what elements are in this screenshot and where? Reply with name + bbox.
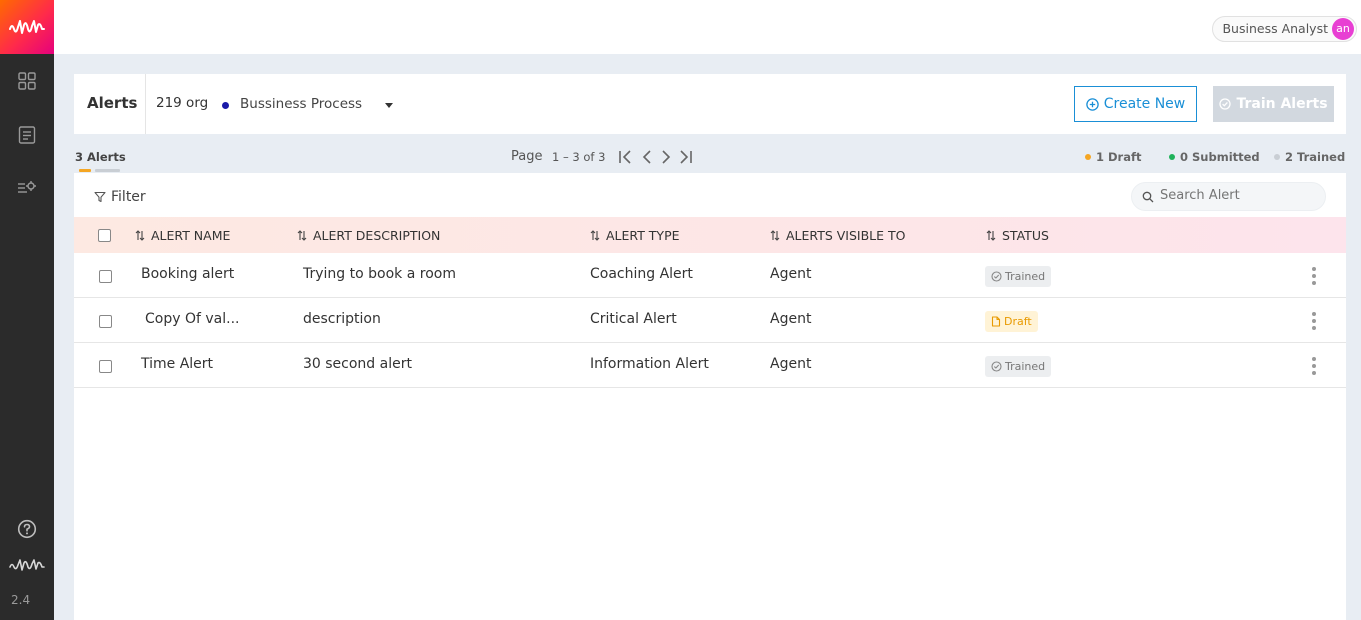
create-new-button[interactable]: Create New (1074, 86, 1197, 122)
alerts-header: Alerts 219 org Bussiness Process Create … (74, 74, 1346, 134)
alert-visible-to: Agent (770, 356, 812, 372)
count-progress-trained (95, 169, 120, 172)
table-row[interactable]: Time Alert 30 second alert Information A… (74, 343, 1346, 388)
next-page-icon[interactable] (657, 149, 675, 165)
row-menu-icon[interactable] (1310, 356, 1318, 376)
waveform-logo-icon (9, 20, 45, 34)
sort-icon (135, 230, 145, 241)
col-alert-name[interactable]: ALERT NAME (135, 228, 230, 243)
sort-icon (986, 230, 996, 241)
select-all-checkbox[interactable] (98, 229, 111, 242)
legend-trained-label: 2 Trained (1285, 150, 1346, 164)
legend-trained: 2 Trained (1274, 150, 1345, 164)
header-divider (145, 74, 146, 134)
waveform-brand-icon (0, 550, 54, 580)
last-page-icon[interactable] (676, 149, 694, 165)
alerts-table-card: Filter ALERT NAME ALERT DESCRIPTION ALER… (74, 173, 1346, 620)
col-alert-name-label: ALERT NAME (151, 228, 231, 243)
draft-dot-icon (1085, 154, 1091, 160)
user-role-chip[interactable]: Business Analyst an (1212, 16, 1357, 42)
avatar[interactable]: an (1332, 18, 1354, 40)
check-circle-icon (1219, 98, 1232, 110)
filter-label: Filter (111, 189, 146, 205)
alert-name[interactable]: Time Alert (141, 356, 213, 372)
document-list-icon[interactable] (0, 120, 54, 150)
search-box[interactable] (1131, 182, 1326, 211)
process-dot-icon (222, 102, 229, 109)
table-row[interactable]: Booking alert Trying to book a room Coac… (74, 253, 1346, 298)
legend-submitted: 0 Submitted (1169, 150, 1260, 164)
filter-button[interactable]: Filter (94, 189, 146, 205)
status-label: Draft (1004, 315, 1032, 328)
col-status-label: STATUS (1002, 228, 1049, 243)
legend-submitted-label: 0 Submitted (1180, 150, 1260, 164)
col-status[interactable]: STATUS (986, 228, 1049, 243)
trained-dot-icon (1274, 154, 1280, 160)
status-badge: Draft (985, 311, 1038, 332)
col-alert-type-label: ALERT TYPE (606, 228, 680, 243)
create-new-label: Create New (1103, 96, 1186, 112)
app-version: 2.4 (11, 593, 31, 607)
status-label: Trained (1005, 270, 1046, 283)
submitted-dot-icon (1169, 154, 1175, 160)
status-label: Trained (1005, 360, 1046, 373)
col-alerts-visible-to[interactable]: ALERTS VISIBLE TO (770, 228, 905, 243)
process-selector[interactable]: Bussiness Process (240, 96, 362, 112)
sort-icon (297, 230, 307, 241)
document-icon (991, 316, 1001, 327)
col-alerts-visible-to-label: ALERTS VISIBLE TO (786, 228, 906, 243)
sort-icon (770, 230, 780, 241)
alert-description: Trying to book a room (303, 266, 456, 282)
check-circle-icon (991, 361, 1002, 372)
alert-type: Information Alert (590, 356, 709, 372)
table-row[interactable]: Copy Of val... description Critical Aler… (74, 298, 1346, 343)
dashboard-grid-icon[interactable] (0, 66, 54, 96)
page-title: Alerts (87, 94, 138, 112)
alert-type: Critical Alert (590, 311, 677, 327)
row-checkbox[interactable] (99, 360, 112, 373)
plus-circle-icon (1085, 97, 1099, 111)
search-icon (1142, 191, 1154, 203)
legend-draft-label: 1 Draft (1096, 150, 1142, 164)
alert-count: 3 Alerts (75, 150, 126, 164)
search-input[interactable] (1160, 188, 1320, 203)
alert-name[interactable]: Copy Of val... (145, 311, 239, 327)
col-alert-description-label: ALERT DESCRIPTION (313, 228, 441, 243)
status-badge: Trained (985, 356, 1052, 377)
page-range: 1 – 3 of 3 (552, 150, 606, 164)
top-bar: Business Analyst an (54, 0, 1361, 54)
alert-description: description (303, 311, 381, 327)
col-alert-type[interactable]: ALERT TYPE (590, 228, 680, 243)
row-checkbox[interactable] (99, 270, 112, 283)
status-badge: Trained (985, 266, 1052, 287)
alert-visible-to: Agent (770, 311, 812, 327)
check-circle-icon (991, 271, 1002, 282)
filter-icon (94, 191, 106, 203)
caret-down-icon[interactable] (385, 103, 393, 108)
page-label: Page (511, 149, 543, 164)
help-icon[interactable] (0, 514, 54, 544)
app-logo[interactable] (0, 0, 54, 54)
row-menu-icon[interactable] (1310, 266, 1318, 286)
alert-description: 30 second alert (303, 356, 412, 372)
prev-page-icon[interactable] (638, 149, 656, 165)
sidebar: 2.4 (0, 0, 54, 620)
org-label: 219 org (156, 95, 209, 111)
table-header: ALERT NAME ALERT DESCRIPTION ALERT TYPE … (74, 217, 1346, 253)
count-progress-draft (79, 169, 91, 172)
alert-type: Coaching Alert (590, 266, 693, 282)
train-alerts-label: Train Alerts (1236, 96, 1328, 112)
alert-visible-to: Agent (770, 266, 812, 282)
train-alerts-button[interactable]: Train Alerts (1213, 86, 1334, 122)
legend-draft: 1 Draft (1085, 150, 1141, 164)
col-alert-description[interactable]: ALERT DESCRIPTION (297, 228, 440, 243)
row-checkbox[interactable] (99, 315, 112, 328)
sort-icon (590, 230, 600, 241)
alert-name[interactable]: Booking alert (141, 266, 234, 282)
settings-list-icon[interactable] (0, 173, 54, 203)
user-role-label: Business Analyst (1222, 21, 1328, 36)
first-page-icon[interactable] (617, 149, 635, 165)
row-menu-icon[interactable] (1310, 311, 1318, 331)
